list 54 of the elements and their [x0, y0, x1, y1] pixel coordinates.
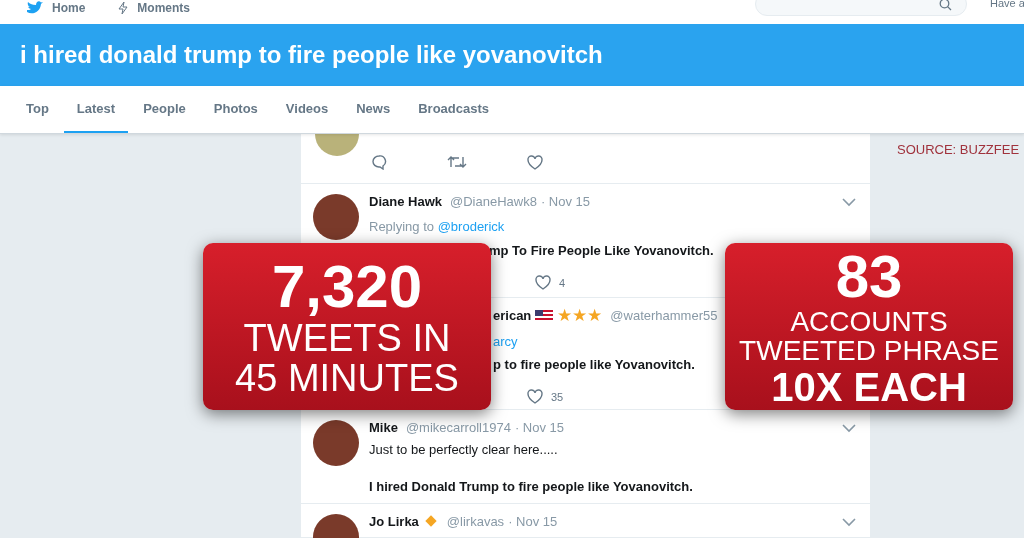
nav-link[interactable]: Home [52, 0, 86, 17]
user-name[interactable]: Jo Lirka [369, 511, 419, 531]
nav-link[interactable]: Moments [137, 0, 190, 17]
stat-label: TWEETS IN [243, 318, 451, 357]
user-name[interactable]: Diane Hawk [369, 192, 442, 212]
chevron-down-icon[interactable] [842, 517, 856, 527]
stat-label: 45 MINUTES [235, 358, 459, 397]
speech-bubble-icon[interactable] [371, 154, 387, 170]
user-handle[interactable]: @mikecarroll1974 [405, 418, 511, 438]
chevron-down-icon[interactable] [842, 424, 856, 433]
stat-label: TWEETED PHRASE [739, 336, 999, 365]
user-handle[interactable]: @waterhammer55 [610, 306, 718, 326]
user-handle[interactable]: @DianeHawk8 [450, 192, 537, 212]
tweet-date[interactable]: · Nov 15 [540, 192, 591, 212]
search-tab[interactable]: News [343, 86, 404, 133]
heart-icon[interactable] [527, 154, 543, 170]
stat-label: 10X EACH [771, 366, 967, 407]
source-credit: SOURCE: BUZZFEE [897, 141, 1020, 159]
heart-icon[interactable] [527, 389, 543, 405]
lightning-icon[interactable] [117, 1, 130, 15]
user-name[interactable]: erican [493, 306, 532, 326]
search-tab[interactable]: People [130, 86, 199, 133]
search-title: i hired donald trump to fire people like yovanovitch [20, 40, 603, 70]
search-tab[interactable]: Latest [63, 86, 129, 133]
tweet-text: I hired Donald Trump to fire people like Yovanovitch. [369, 478, 694, 496]
stat-number: 83 [835, 246, 903, 307]
search-tab[interactable]: Photos [200, 86, 271, 133]
user-handle[interactable]: @lirkavas [446, 511, 505, 531]
nav-text[interactable]: Have a [990, 0, 1024, 12]
search-icon[interactable] [939, 0, 952, 11]
heart-icon[interactable] [535, 275, 551, 291]
tweet-text: mp To Fire People Like Yovanovitch. [488, 242, 715, 260]
name-stars: ★★★ [557, 307, 603, 325]
stat-number: 7,320 [271, 256, 423, 317]
reply-link[interactable]: arcy [493, 331, 518, 351]
retweet-icon[interactable] [447, 155, 467, 169]
tweet-text: p to fire people like Yovanovitch. [493, 356, 695, 374]
bird-icon[interactable] [26, 1, 44, 15]
user-name[interactable]: Mike [369, 418, 398, 438]
chevron-down-icon[interactable] [842, 198, 856, 207]
stat-label: ACCOUNTS [790, 307, 948, 336]
like-count: 35 [551, 389, 564, 405]
avatar[interactable] [313, 420, 359, 466]
like-count: 4 [559, 275, 566, 291]
tweet-date[interactable]: · Nov 15 [514, 418, 564, 438]
replying-label: Replying to [369, 218, 436, 234]
reply-link[interactable]: @broderick [437, 218, 505, 234]
search-tab[interactable]: Broadcasts [405, 86, 502, 133]
search-tab[interactable]: Videos [272, 86, 342, 133]
tweet-date[interactable]: · Nov 15 [508, 511, 558, 531]
flag-icon [535, 309, 554, 322]
avatar[interactable] [313, 194, 359, 240]
search-tab[interactable]: Top [13, 86, 62, 133]
tweet-text: Just to be perfectly clear here..... [369, 440, 559, 459]
